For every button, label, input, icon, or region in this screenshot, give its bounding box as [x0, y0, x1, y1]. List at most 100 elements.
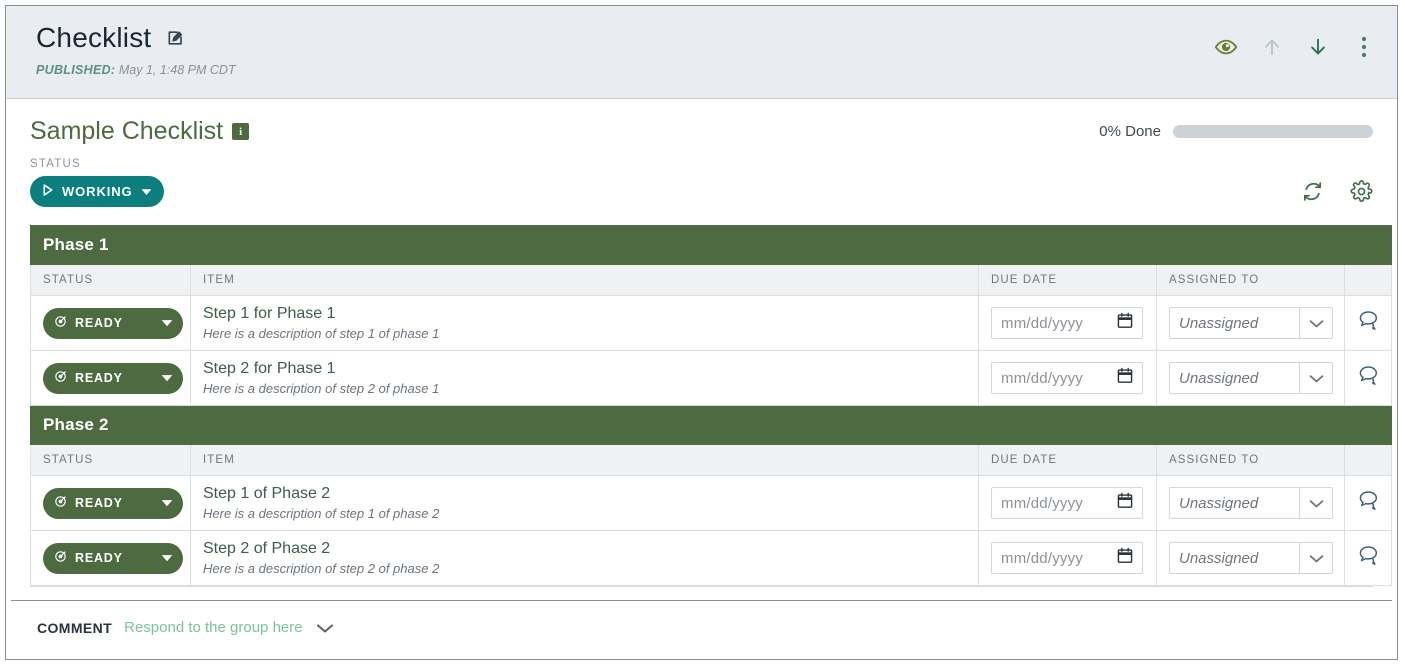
info-icon[interactable]: i — [232, 123, 250, 140]
cell-due-date: mm/dd/yyyy — [978, 295, 1157, 351]
column-header-due-date: DUE DATE — [978, 264, 1157, 296]
gear-icon[interactable] — [1350, 180, 1373, 203]
header-action-group — [1213, 34, 1377, 60]
column-header-row: STATUS ITEM DUE DATE ASSIGNED TO — [30, 264, 1393, 296]
refresh-icon[interactable] — [1301, 180, 1324, 203]
checklist-page: Checklist PUBLISHED: May 1, 1:48 PM CDT — [5, 5, 1398, 660]
cell-status: READY — [30, 475, 191, 531]
status-pill-label: WORKING — [62, 184, 133, 199]
chat-bubbles-icon[interactable] — [1356, 365, 1380, 386]
chat-bubbles-icon[interactable] — [1356, 490, 1380, 511]
assignee-select[interactable]: Unassigned — [1169, 542, 1333, 574]
item-description: Here is a description of step 1 of phase… — [203, 325, 440, 341]
cell-comments — [1343, 530, 1393, 586]
item-title: Step 2 for Phase 1 — [203, 359, 336, 377]
arrow-up-icon[interactable] — [1259, 34, 1285, 60]
checklist-subheader: Sample Checklist i 0% Done — [30, 99, 1373, 146]
caret-down-icon — [161, 496, 173, 510]
status-dropdown-ready[interactable]: READY — [43, 542, 183, 574]
progress-bar — [1173, 125, 1373, 138]
status-dropdown-ready[interactable]: READY — [43, 362, 183, 394]
chat-bubbles-icon[interactable] — [1356, 310, 1380, 331]
status-dropdown-working[interactable]: WORKING — [30, 176, 164, 207]
checklist-title: Sample Checklist — [30, 117, 224, 145]
status-pill-label: READY — [75, 551, 123, 565]
phase-header-row: Phase 2 — [29, 405, 1393, 445]
item-description: Here is a description of step 2 of phase… — [203, 560, 440, 576]
cell-assigned-to: Unassigned — [1156, 350, 1345, 406]
eye-icon[interactable] — [1213, 34, 1239, 60]
calendar-icon[interactable] — [1117, 492, 1133, 514]
due-date-placeholder: mm/dd/yyyy — [1001, 549, 1084, 567]
cell-comments — [1343, 350, 1393, 406]
cell-due-date: mm/dd/yyyy — [978, 475, 1157, 531]
status-dropdown-ready[interactable]: READY — [43, 307, 183, 339]
cell-item: Step 1 of Phase 2 Here is a description o… — [190, 475, 979, 531]
play-icon — [41, 183, 54, 200]
published-line: PUBLISHED: May 1, 1:48 PM CDT — [36, 63, 236, 77]
item-description: Here is a description of step 1 of phase… — [203, 505, 440, 521]
column-header-item: ITEM — [190, 264, 979, 296]
assignee-select[interactable]: Unassigned — [1169, 307, 1333, 339]
table-row: READY Step 1 for Phase 1 Here is a descrip… — [30, 295, 1393, 351]
assignee-select[interactable]: Unassigned — [1169, 362, 1333, 394]
calendar-icon[interactable] — [1117, 312, 1133, 334]
assignee-value: Unassigned — [1179, 369, 1259, 387]
due-date-input[interactable]: mm/dd/yyyy — [991, 362, 1143, 394]
chevron-down-icon[interactable] — [315, 621, 335, 635]
arrow-down-icon[interactable] — [1305, 34, 1331, 60]
assignee-value: Unassigned — [1179, 314, 1259, 332]
progress-group: 0% Done — [1099, 117, 1373, 140]
chevron-down-icon[interactable] — [1299, 363, 1332, 393]
edit-pencil-icon[interactable] — [165, 27, 187, 49]
cell-item: Step 2 for Phase 1 Here is a description … — [190, 350, 979, 406]
column-header-item: ITEM — [190, 444, 979, 476]
cell-assigned-to: Unassigned — [1156, 295, 1345, 351]
phase-title: Phase 1 — [29, 225, 1393, 265]
chat-bubbles-icon[interactable] — [1356, 545, 1380, 566]
cell-comments — [1343, 475, 1393, 531]
comment-respond-link[interactable]: Respond to the group here — [124, 619, 302, 636]
status-pill-label: READY — [75, 371, 123, 385]
ready-refresh-icon — [53, 494, 68, 512]
comment-bar: COMMENT Respond to the group here — [11, 600, 1392, 654]
status-pill-label: READY — [75, 496, 123, 510]
checklist-title-group: Sample Checklist i — [30, 117, 250, 146]
chevron-down-icon[interactable] — [1299, 308, 1332, 338]
calendar-icon[interactable] — [1117, 367, 1133, 389]
caret-down-icon — [161, 551, 173, 565]
top-header-bar: Checklist PUBLISHED: May 1, 1:48 PM CDT — [6, 6, 1397, 99]
item-title: Step 1 of Phase 2 — [203, 484, 331, 502]
cell-assigned-to: Unassigned — [1156, 530, 1345, 586]
status-field-label: STATUS — [30, 158, 81, 170]
header-left-group: Checklist PUBLISHED: May 1, 1:48 PM CDT — [36, 22, 236, 77]
column-header-due-date: DUE DATE — [978, 444, 1157, 476]
due-date-input[interactable]: mm/dd/yyyy — [991, 487, 1143, 519]
cell-status: READY — [30, 350, 191, 406]
chevron-down-icon[interactable] — [1299, 543, 1332, 573]
ready-refresh-icon — [53, 369, 68, 387]
item-title: Step 2 of Phase 2 — [203, 539, 331, 557]
status-dropdown-ready[interactable]: READY — [43, 487, 183, 519]
column-header-assigned-to: ASSIGNED TO — [1156, 264, 1345, 296]
due-date-input[interactable]: mm/dd/yyyy — [991, 307, 1143, 339]
due-date-placeholder: mm/dd/yyyy — [1001, 494, 1084, 512]
caret-down-icon — [141, 184, 152, 199]
page-title: Checklist — [36, 22, 152, 53]
vertical-dots-icon[interactable] — [1351, 34, 1377, 60]
chevron-down-icon[interactable] — [1299, 488, 1332, 518]
status-pill-label: READY — [75, 316, 123, 330]
title-row: Checklist — [36, 22, 236, 54]
checklist-table-block: Phase 1 STATUS ITEM DUE DATE ASSIGNED TO READ… — [29, 225, 1393, 587]
assignee-select[interactable]: Unassigned — [1169, 487, 1333, 519]
calendar-icon[interactable] — [1117, 547, 1133, 569]
cell-due-date: mm/dd/yyyy — [978, 530, 1157, 586]
cell-assigned-to: Unassigned — [1156, 475, 1345, 531]
phase-title: Phase 2 — [29, 405, 1393, 445]
due-date-input[interactable]: mm/dd/yyyy — [991, 542, 1143, 574]
cell-status: READY — [30, 530, 191, 586]
item-description: Here is a description of step 2 of phase… — [203, 380, 440, 396]
status-row: STATUS WORKING — [30, 158, 1373, 207]
column-header-status: STATUS — [30, 264, 191, 296]
ready-refresh-icon — [53, 549, 68, 567]
